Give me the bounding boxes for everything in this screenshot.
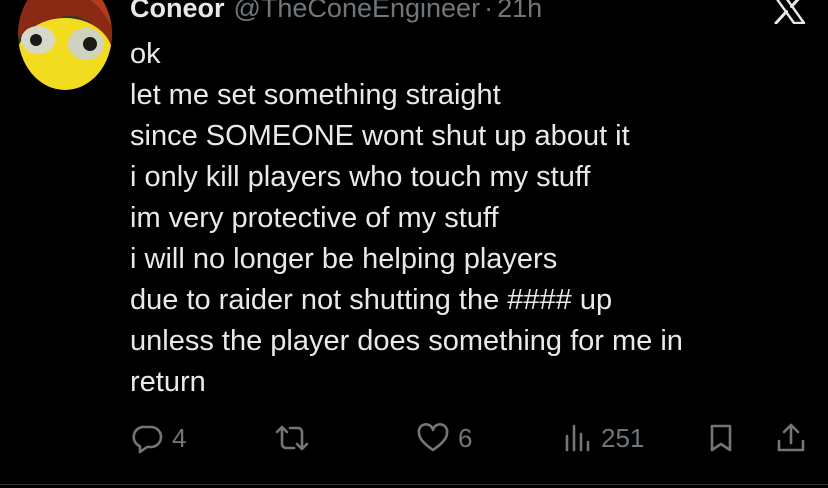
tweet-text: ok let me set something straight since S… — [130, 34, 790, 403]
repost-button[interactable] — [273, 418, 319, 458]
views-button[interactable]: 251 — [563, 418, 644, 458]
action-bar: 4 6 251 — [0, 418, 828, 458]
tweet-text-line: due to raider not shutting the #### up — [130, 284, 613, 316]
tweet-text-line: i will no longer be helping players — [130, 243, 558, 275]
share-button[interactable] — [774, 418, 808, 458]
post-time[interactable]: 21h — [497, 0, 542, 25]
bookmark-button[interactable] — [706, 418, 736, 458]
like-button[interactable]: 6 — [416, 418, 472, 458]
repost-icon — [273, 422, 311, 454]
tweet-text-line: return — [130, 366, 206, 398]
tweet-text-line: im very protective of my stuff — [130, 202, 499, 234]
tweet-divider — [0, 484, 828, 485]
header-separator: · — [484, 0, 494, 23]
tweet-text-line: unless the player does something for me … — [130, 325, 683, 357]
display-name[interactable]: Coneor — [130, 0, 225, 25]
x-logo-icon — [772, 0, 806, 25]
tweet-text-line: i only kill players who touch my stuff — [130, 161, 591, 193]
avatar[interactable] — [18, 0, 112, 90]
reply-count: 4 — [172, 422, 187, 453]
views-count: 251 — [601, 422, 645, 453]
like-count: 6 — [458, 422, 473, 453]
tweet-text-line: since SOMEONE wont shut up about it — [130, 120, 630, 152]
tweet-text-line: let me set something straight — [130, 79, 501, 111]
reply-icon — [132, 422, 164, 454]
tweet-header: Coneor @TheConeEngineer · 21h — [130, 0, 542, 25]
share-icon — [774, 421, 808, 455]
tweet-text-line: ok — [130, 38, 161, 70]
views-icon — [563, 422, 593, 454]
user-handle[interactable]: @TheConeEngineer — [234, 0, 481, 25]
avatar-image — [18, 0, 112, 90]
tweet[interactable]: Coneor @TheConeEngineer · 21h ok let me … — [0, 0, 828, 488]
bookmark-icon — [706, 422, 736, 454]
heart-icon — [416, 422, 450, 454]
reply-button[interactable]: 4 — [132, 418, 186, 458]
